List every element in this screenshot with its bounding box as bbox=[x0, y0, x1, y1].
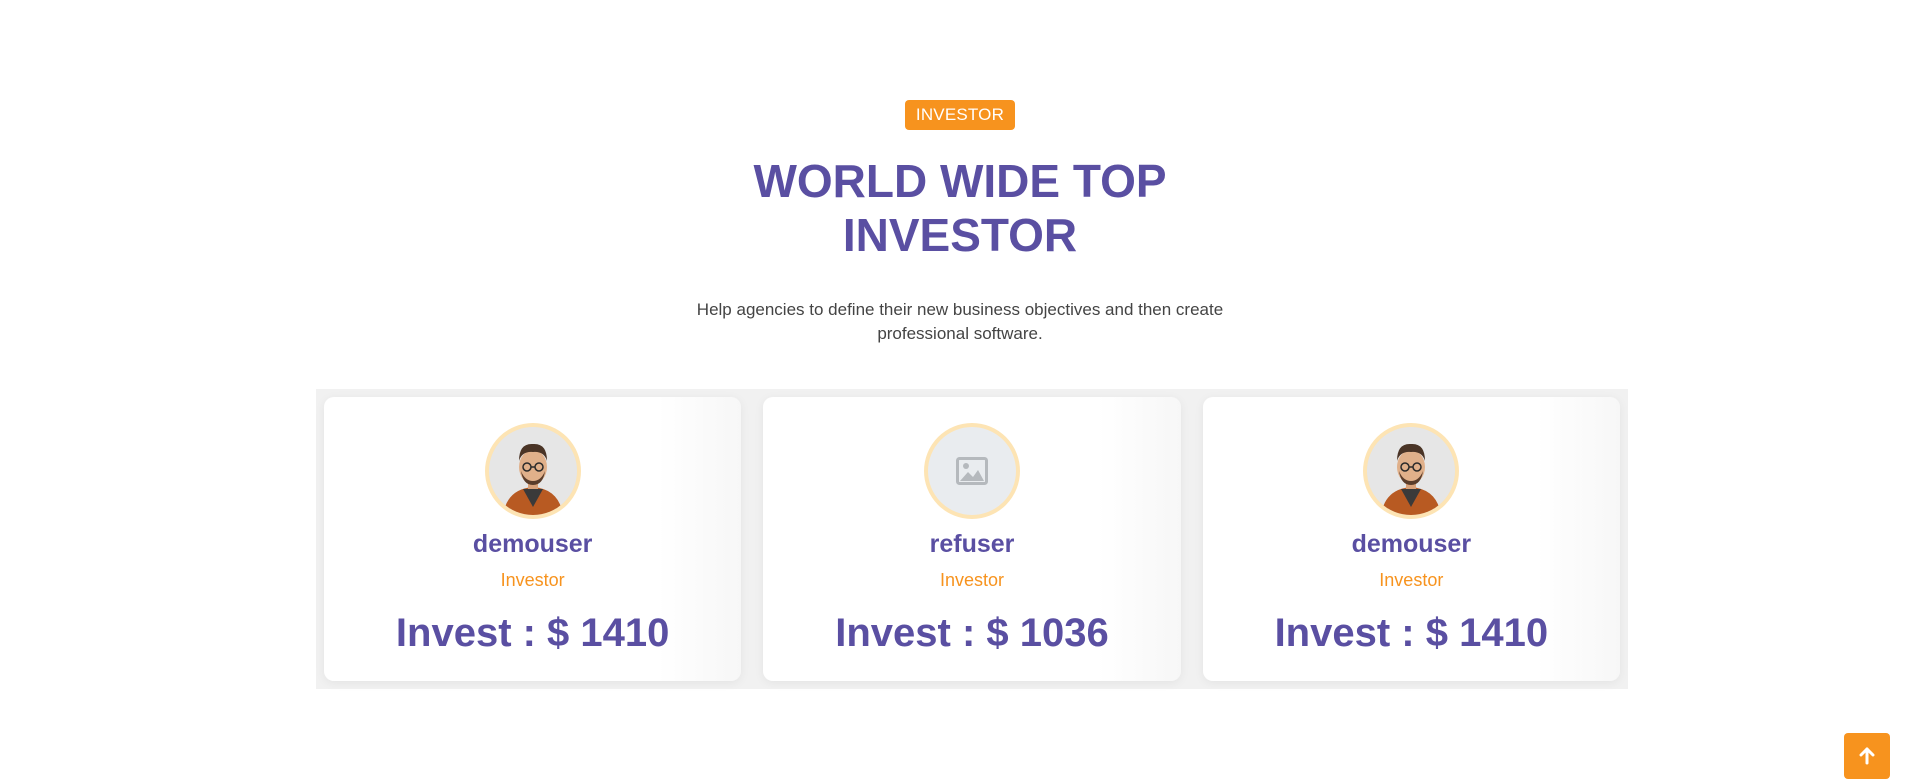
avatar bbox=[1363, 423, 1460, 519]
image-placeholder-icon bbox=[955, 457, 988, 485]
section-title: WORLD WIDE TOP INVESTOR bbox=[753, 155, 1167, 261]
investor-card: refuser Investor Invest : $ 1036 bbox=[763, 397, 1181, 681]
investor-cards: demouser Investor Invest : $ 1410 refuse… bbox=[316, 389, 1628, 689]
investor-role: Investor bbox=[939, 570, 1004, 590]
avatar bbox=[923, 423, 1020, 519]
investor-amount: Invest : $ 1036 bbox=[835, 611, 1109, 655]
investor-role: Investor bbox=[1379, 570, 1444, 590]
investor-amount: Invest : $ 1410 bbox=[1274, 611, 1549, 655]
investor-card: demouser Investor Invest : $ 1410 bbox=[324, 397, 742, 681]
section-subtitle: Help agencies to define their new busine… bbox=[696, 300, 1224, 343]
investor-card: demouser Investor Invest : $ 1410 bbox=[1202, 397, 1620, 681]
arrow-up-icon bbox=[1859, 747, 1875, 765]
investor-name: demouser bbox=[1351, 530, 1472, 558]
investor-name: refuser bbox=[929, 530, 1015, 558]
cartoon-man-avatar-icon bbox=[488, 427, 577, 515]
cartoon-man-avatar-icon bbox=[1367, 427, 1456, 515]
scroll-to-top-button[interactable] bbox=[1844, 733, 1890, 779]
avatar bbox=[484, 423, 581, 519]
section-badge: INVESTOR bbox=[904, 100, 1016, 130]
top-investors-section: INVESTOR WORLD WIDE TOP INVESTOR Help ag… bbox=[0, 0, 1920, 781]
section-header: INVESTOR WORLD WIDE TOP INVESTOR Help ag… bbox=[0, 100, 1920, 346]
investor-amount: Invest : $ 1410 bbox=[395, 611, 670, 655]
investor-name: demouser bbox=[472, 530, 593, 558]
investor-role: Investor bbox=[500, 570, 565, 590]
